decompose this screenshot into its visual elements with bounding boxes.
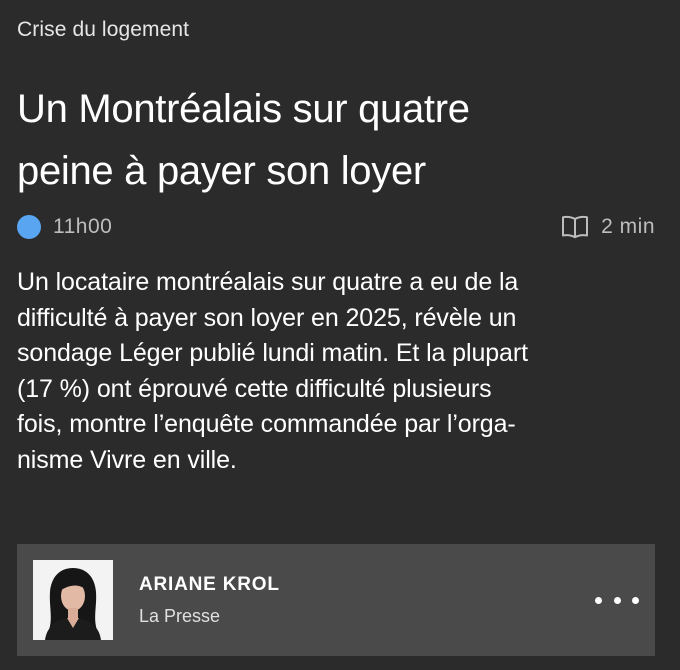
status-dot-icon — [17, 215, 41, 239]
headline-line: peine à payer son loyer — [17, 149, 426, 193]
open-book-icon — [562, 215, 589, 239]
headline-line: Un Montréalais sur quatre — [17, 87, 470, 131]
author-outlet: La Presse — [139, 606, 221, 626]
article-headline: Un Montréalais sur quatre peine à payer … — [17, 78, 657, 202]
reading-time-label: 2 min — [601, 215, 655, 238]
more-options-button[interactable] — [591, 586, 643, 614]
more-dots-icon — [632, 596, 639, 604]
author-name[interactable]: ARIANE KROL — [139, 574, 280, 596]
author-avatar — [33, 560, 113, 640]
author-card[interactable]: ARIANE KROL La Presse — [17, 544, 655, 656]
author-photo — [33, 560, 113, 640]
article-lede: Un locataire montréalais sur quatre a eu… — [17, 268, 528, 474]
reading-time: 2 min — [561, 213, 655, 241]
more-dots-icon — [595, 596, 602, 604]
article-meta: 11h00 2 min — [17, 213, 655, 241]
publish-time: 11h00 — [53, 215, 113, 238]
section-category[interactable]: Crise du logement — [17, 18, 189, 42]
more-dots-icon — [613, 596, 621, 604]
